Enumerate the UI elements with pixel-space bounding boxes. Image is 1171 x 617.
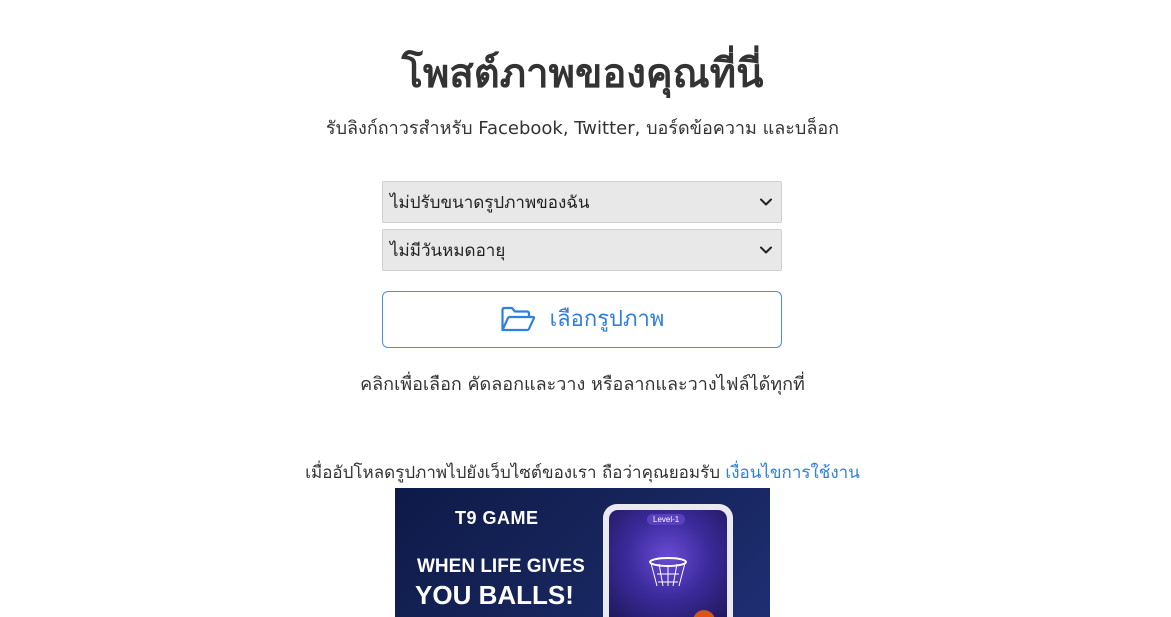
terms-notice: เมื่ออัปโหลดรูปภาพไปยังเว็บไซต์ของเรา ถื…: [0, 459, 1165, 487]
resize-select[interactable]: ไม่ปรับขนาดรูปภาพของฉัน: [382, 181, 782, 223]
upload-page: โพสต์ภาพของคุณที่นี่ รับลิงก์ถาวรสำหรับ …: [0, 0, 1171, 617]
ad-game-screen: Level-1: [609, 510, 727, 617]
choose-image-button[interactable]: เลือกรูปภาพ: [382, 291, 782, 348]
expiration-select[interactable]: ไม่มีวันหมดอายุ: [382, 229, 782, 271]
ad-phone-image: Level-1: [603, 504, 733, 617]
chevron-down-icon: [760, 198, 772, 206]
page-subtitle: รับลิงก์ถาวรสำหรับ Facebook, Twitter, บอ…: [325, 118, 840, 139]
ad-headline-line2: YOU BALLS!: [415, 580, 574, 610]
basketball-icon: [693, 610, 715, 617]
terms-text: เมื่ออัปโหลดรูปภาพไปยังเว็บไซต์ของเรา ถื…: [305, 463, 721, 483]
upload-hint: คลิกเพื่อเลือก คัดลอกและวาง หรือลากและวา…: [360, 374, 805, 395]
terms-link[interactable]: เงื่อนไขการใช้งาน: [725, 463, 859, 483]
page-title: โพสต์ภาพของคุณที่นี่: [401, 51, 764, 97]
ad-level-label: Level-1: [647, 514, 686, 525]
advertisement-banner[interactable]: T9 GAME WHEN LIFE GIVES YOU BALLS! Level…: [395, 488, 770, 617]
expiration-select-value: ไม่มีวันหมดอายุ: [390, 240, 506, 261]
chevron-down-icon: [760, 246, 772, 254]
choose-image-label: เลือกรูปภาพ: [549, 306, 665, 332]
resize-select-value: ไม่ปรับขนาดรูปภาพของฉัน: [390, 192, 590, 213]
folder-open-icon: [501, 306, 535, 331]
ad-brand-logo: T9 GAME: [455, 508, 539, 528]
ad-headline-line1: WHEN LIFE GIVES: [417, 556, 585, 577]
basketball-hoop-icon: [649, 557, 687, 587]
